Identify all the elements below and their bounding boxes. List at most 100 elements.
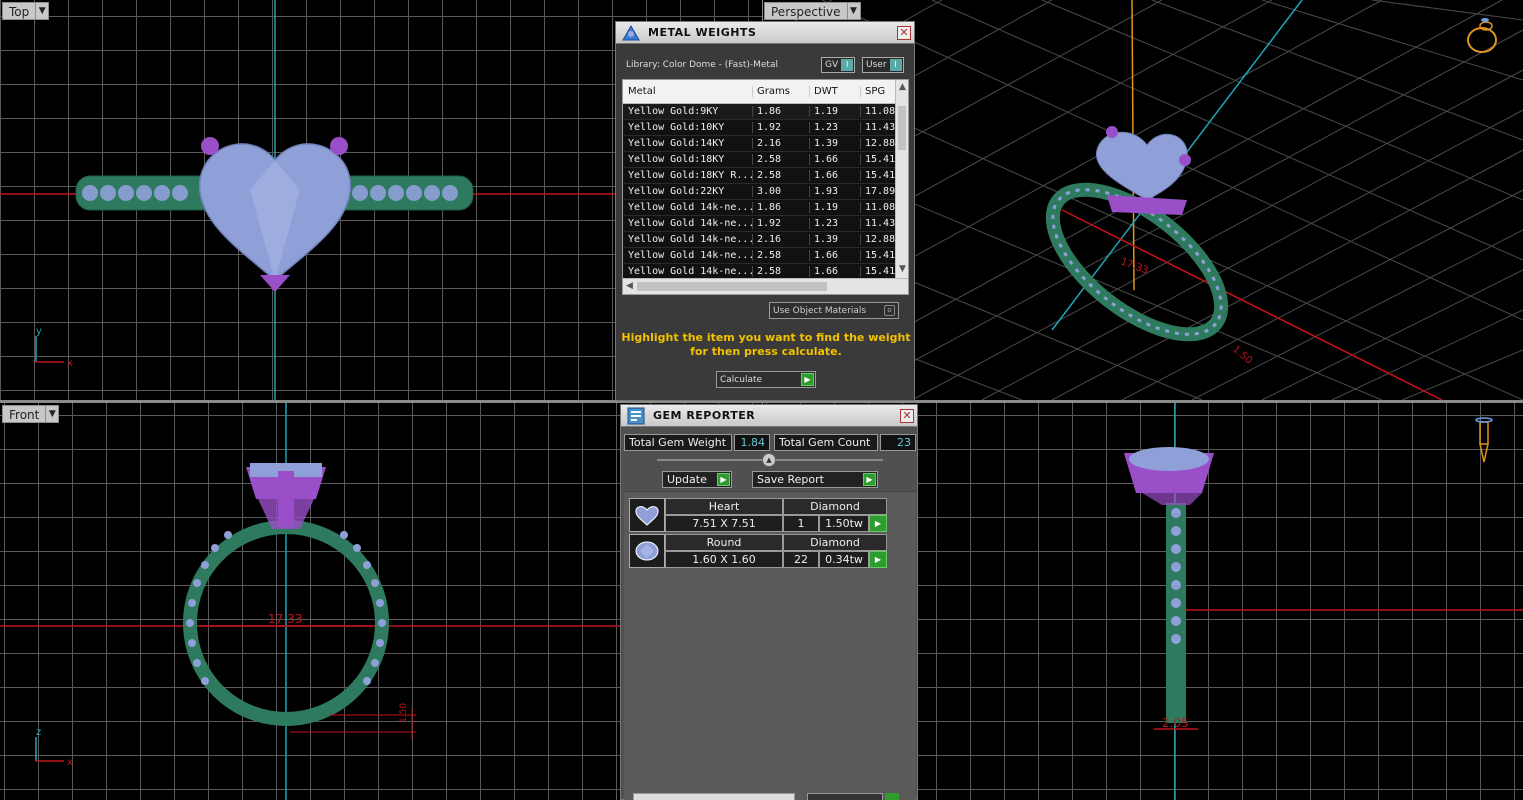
- user-toggle[interactable]: User I: [862, 57, 904, 73]
- metal-table-cell: 1.66: [810, 250, 861, 261]
- gv-toggle[interactable]: GV I: [821, 57, 856, 73]
- metal-table-row[interactable]: Yellow Gold:18KY 2.58 1.66 15.41: [623, 152, 908, 168]
- top-axis-y: y: [36, 326, 42, 337]
- chevron-down-icon[interactable]: ▼: [46, 405, 60, 423]
- metal-table-cell: Yellow Gold:18KY: [623, 154, 753, 165]
- scroll-up-icon[interactable]: ▲: [899, 82, 906, 92]
- metal-table-cell: 12.88: [865, 234, 896, 245]
- play-arrow-icon[interactable]: ▶: [869, 551, 887, 568]
- save-report-button[interactable]: Save Report ▶: [752, 471, 878, 488]
- close-icon[interactable]: ✕: [897, 25, 911, 40]
- metal-table-cell: Yellow Gold:18KY R...: [623, 170, 753, 181]
- front-axis-z: z: [36, 727, 41, 738]
- column-header-metal[interactable]: Metal: [623, 86, 753, 97]
- metal-table-row[interactable]: Yellow Gold 14k-ne... 1.92 1.23 11.43: [623, 216, 908, 232]
- viewcube-side-icon[interactable]: [1475, 417, 1493, 463]
- metal-table-row[interactable]: Yellow Gold:9KY 1.86 1.19 11.08: [623, 104, 908, 120]
- calculate-button[interactable]: Calculate ▶: [716, 371, 816, 388]
- gem-size: 7.51 X 7.51: [665, 515, 783, 532]
- gem-row-heart[interactable]: Heart Diamond 7.51 X 7.51 1 1.50tw ▶: [629, 498, 888, 532]
- viewport-perspective-name: Perspective: [764, 2, 848, 20]
- front-axis-x: x: [67, 757, 73, 768]
- metal-table-cell: 2.58: [753, 154, 810, 165]
- metal-table-cell: 15.41: [865, 170, 896, 181]
- metal-table-cell: 1.23: [810, 218, 861, 229]
- metal-table-cell: Yellow Gold 14k-ne...: [623, 266, 753, 277]
- gem-count: 1: [783, 515, 819, 532]
- gem-count: 22: [783, 551, 819, 568]
- gem-weight: 0.34tw: [819, 551, 869, 568]
- metal-table-row[interactable]: Yellow Gold 14k-ne... 2.16 1.39 12.88: [623, 232, 908, 248]
- gem-shape: Heart: [665, 498, 783, 515]
- metal-table-cell: 2.16: [753, 234, 810, 245]
- metal-table-cell: 12.88: [865, 138, 896, 149]
- metal-table-cell: 2.58: [753, 170, 810, 181]
- gem-type: Diamond: [783, 498, 887, 515]
- metal-table-cell: 1.23: [810, 122, 861, 133]
- play-arrow-icon[interactable]: ▶: [717, 473, 730, 486]
- metal-table-cell: 1.66: [810, 154, 861, 165]
- viewport-perspective-label[interactable]: Perspective ▼: [764, 2, 861, 20]
- metal-table-cell: 1.86: [753, 106, 810, 117]
- metal-weights-titlebar[interactable]: METAL WEIGHTS ✕: [616, 22, 914, 44]
- column-header-grams[interactable]: Grams: [753, 86, 810, 97]
- viewport-top-label[interactable]: Top ▼: [2, 2, 50, 20]
- metal-table-row[interactable]: Yellow Gold:22KY 3.00 1.93 17.89: [623, 184, 908, 200]
- metal-table-hscroll[interactable]: ◀: [623, 278, 908, 294]
- metal-table-cell: 1.92: [753, 218, 810, 229]
- heart-gem-icon: [629, 498, 665, 532]
- update-button[interactable]: Update ▶: [662, 471, 732, 488]
- scale-icon: [622, 24, 640, 40]
- close-icon[interactable]: ✕: [900, 408, 914, 423]
- chevron-down-icon[interactable]: ▼: [847, 2, 861, 20]
- column-header-dwt[interactable]: DWT: [810, 86, 861, 97]
- bottom-field[interactable]: [807, 793, 883, 800]
- metal-table-cell: 15.41: [865, 154, 896, 165]
- play-arrow-icon[interactable]: ▶: [869, 515, 887, 532]
- metal-table-row[interactable]: Yellow Gold 14k-ne... 1.86 1.19 11.08: [623, 200, 908, 216]
- gem-size: 1.60 X 1.60: [665, 551, 783, 568]
- metal-table-row[interactable]: Yellow Gold:18KY R... 2.58 1.66 15.41: [623, 168, 908, 184]
- bottom-dropdown[interactable]: [633, 793, 795, 800]
- metal-weights-title: METAL WEIGHTS: [648, 26, 757, 39]
- front-diameter-label: 17.33: [268, 612, 302, 626]
- report-icon: [627, 407, 645, 424]
- gem-reporter-titlebar[interactable]: GEM REPORTER ✕: [621, 405, 917, 427]
- column-header-spg[interactable]: SPG: [861, 86, 896, 97]
- side-width-label: 2.05: [1162, 716, 1189, 730]
- scroll-thumb[interactable]: [898, 106, 906, 150]
- play-arrow-icon[interactable]: ▶: [863, 473, 876, 486]
- metal-table-cell: 15.41: [865, 250, 896, 261]
- metal-table-cell: Yellow Gold 14k-ne...: [623, 202, 753, 213]
- metal-table-row[interactable]: Yellow Gold:10KY 1.92 1.23 11.43: [623, 120, 908, 136]
- use-object-materials-toggle[interactable]: Use Object Materials o: [769, 302, 899, 319]
- gem-weight: 1.50tw: [819, 515, 869, 532]
- viewport-front-label[interactable]: Front ▼: [2, 405, 60, 423]
- gem-reporter-title: GEM REPORTER: [653, 409, 756, 422]
- chevron-down-icon[interactable]: ▼: [36, 2, 50, 20]
- gem-row-round[interactable]: Round Diamond 1.60 X 1.60 22 0.34tw ▶: [629, 534, 888, 568]
- metal-table[interactable]: Metal Grams DWT SPG Yellow Gold:9KY 1.86 1…: [622, 79, 909, 295]
- metal-table-cell: 1.86: [753, 202, 810, 213]
- user-label: User: [866, 60, 887, 70]
- update-label: Update: [667, 473, 707, 486]
- viewport-front-name: Front: [2, 405, 47, 423]
- metal-table-cell: 1.39: [810, 138, 861, 149]
- metal-table-cell: 17.89: [865, 186, 896, 197]
- hscroll-thumb[interactable]: [637, 282, 827, 291]
- metal-table-row[interactable]: Yellow Gold 14k-ne... 2.58 1.66 15.41: [623, 248, 908, 264]
- metal-table-header: Metal Grams DWT SPG: [623, 80, 908, 104]
- scroll-left-icon[interactable]: ◀: [626, 281, 633, 291]
- toggle-circle-icon[interactable]: o: [884, 305, 895, 316]
- metal-table-row[interactable]: Yellow Gold:14KY 2.16 1.39 12.88: [623, 136, 908, 152]
- metal-table-vscroll[interactable]: ▲ ▼: [895, 80, 908, 280]
- total-gem-count-value: 23: [880, 434, 916, 451]
- bottom-go-button[interactable]: [885, 793, 899, 800]
- gem-type: Diamond: [783, 534, 887, 551]
- metal-table-cell: 1.39: [810, 234, 861, 245]
- gv-indicator-icon: I: [841, 59, 854, 71]
- play-arrow-icon[interactable]: ▶: [801, 373, 814, 386]
- collapse-chevron-icon[interactable]: ▲: [762, 453, 776, 467]
- scroll-down-icon[interactable]: ▼: [899, 264, 906, 274]
- metal-table-cell: 11.08: [865, 106, 896, 117]
